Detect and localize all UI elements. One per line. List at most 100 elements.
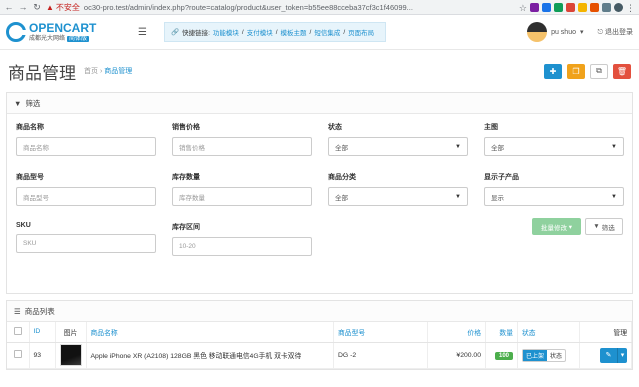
copy-button[interactable]: ❐: [567, 63, 585, 79]
column-model[interactable]: 商品型号: [333, 322, 428, 343]
user-menu[interactable]: pu shuo ▾ ⎋ 退出登录: [527, 22, 633, 42]
select-all-checkbox[interactable]: [13, 326, 22, 335]
extension-icon[interactable]: [602, 2, 611, 12]
extension-icon[interactable]: [578, 2, 587, 12]
filter-category-label: 商品分类: [328, 174, 356, 181]
user-name: pu shuo: [551, 28, 576, 36]
quick-link-payment[interactable]: 支付模块: [247, 27, 273, 37]
filter-icon: ▼: [14, 98, 22, 108]
extension-icon[interactable]: [566, 2, 575, 12]
filter-image-select[interactable]: 全部 ▼: [484, 137, 624, 156]
reload-icon[interactable]: ↻: [32, 2, 42, 13]
hamburger-menu-icon[interactable]: ☰: [138, 27, 150, 38]
quantity-badge: 100: [494, 351, 513, 360]
product-model: DG -2: [333, 342, 428, 369]
quick-links-label: 快捷链接:: [182, 30, 210, 37]
caret-down-icon: ▼: [611, 143, 617, 150]
logout-link[interactable]: ⎋ 退出登录: [598, 27, 633, 37]
security-warning[interactable]: ▲ 不安全: [46, 2, 80, 13]
status-toggle[interactable]: 已上架 状态: [522, 348, 567, 362]
status-off[interactable]: 状态: [547, 350, 565, 361]
link-icon: 🔗: [171, 29, 180, 36]
caret-down-icon: ▼: [455, 143, 461, 150]
profile-icon[interactable]: [614, 2, 623, 12]
caret-down-icon: ▼: [455, 193, 461, 200]
filter-status-label: 状态: [328, 124, 342, 131]
app-header: OPENCART 成都光大网络 简体版 ☰ 🔗 快捷链接: 功能模块 / 支付模块 /…: [0, 15, 639, 50]
logout-icon: ⎋: [597, 29, 605, 36]
quick-links-bar: 🔗 快捷链接: 功能模块 / 支付模块 / 模板主题 / 短信集成 / 页面布局: [164, 22, 386, 42]
filter-status-select[interactable]: 全部 ▼: [328, 137, 468, 156]
filter-subproducts-select[interactable]: 显示 ▼: [484, 187, 624, 206]
logo-badge: 简体版: [67, 36, 90, 42]
logo-subtitle: 成都光大网络: [29, 36, 66, 42]
caret-down-icon: ▼: [611, 193, 617, 200]
filter-sku-label: SKU: [16, 222, 31, 229]
forward-icon[interactable]: →: [18, 2, 28, 12]
filter-name-input[interactable]: 商品名称: [16, 137, 156, 156]
filter-model-input[interactable]: 商品型号: [16, 187, 156, 206]
column-status[interactable]: 状态: [517, 322, 580, 343]
logo[interactable]: OPENCART 成都光大网络 简体版: [6, 22, 128, 42]
filter-stock-label: 库存数量: [172, 174, 200, 181]
product-list-panel: ☰ 商品列表 ID 图片 商品名称 商品型号 价格 数量 状态 管理 93 Ap…: [6, 300, 633, 370]
product-id: 93: [29, 342, 56, 369]
filter-button[interactable]: ▼ 筛选: [585, 218, 623, 235]
copy-icon: ❐: [572, 66, 580, 76]
duplicate-button[interactable]: ⧉: [590, 63, 608, 79]
quick-link-sms[interactable]: 短信集成: [314, 27, 340, 37]
table-row: 93 Apple iPhone XR (A2108) 128GB 黑色 移动联通…: [7, 342, 632, 369]
column-name[interactable]: 商品名称: [86, 322, 334, 343]
avatar: [527, 22, 548, 42]
status-on[interactable]: 已上架: [523, 349, 548, 361]
filter-image-label: 主图: [484, 124, 498, 131]
edit-button[interactable]: ✎: [600, 347, 617, 363]
back-icon[interactable]: ←: [4, 2, 14, 12]
extension-icon[interactable]: [542, 2, 551, 12]
column-image: 图片: [55, 322, 87, 343]
column-price[interactable]: 价格: [427, 322, 486, 343]
filter-stock-range-input[interactable]: 10-20: [172, 237, 312, 256]
filter-category-select[interactable]: 全部 ▼: [328, 187, 468, 206]
column-action: 管理: [579, 322, 632, 343]
page-actions: ✚ ❐ ⧉ 🗑: [544, 63, 631, 79]
quick-link-modules[interactable]: 功能模块: [213, 27, 239, 37]
page-header: 商品管理 首页 › 商品管理 ✚ ❐ ⧉ 🗑: [0, 50, 639, 92]
filter-price-input[interactable]: 销售价格: [172, 137, 312, 156]
column-qty[interactable]: 数量: [485, 322, 518, 343]
logo-mark: [6, 22, 27, 42]
filter-name-label: 商品名称: [16, 124, 44, 131]
address-bar[interactable]: oc30-pro.test/admin/index.php?route=cata…: [84, 3, 514, 12]
pencil-icon: ✎: [605, 347, 612, 363]
extension-icon[interactable]: [590, 2, 599, 12]
filter-stock-range-label: 库存区间: [172, 224, 200, 231]
add-button[interactable]: ✚: [544, 63, 562, 79]
delete-button[interactable]: 🗑: [613, 63, 631, 79]
filter-heading: 筛选: [25, 98, 41, 108]
extension-icon[interactable]: [554, 2, 563, 12]
browser-toolbar: ← → ↻ ▲ 不安全 oc30-pro.test/admin/index.php…: [0, 0, 639, 15]
filter-model-label: 商品型号: [16, 174, 44, 181]
quick-link-themes[interactable]: 模板主题: [281, 27, 307, 37]
column-id[interactable]: ID: [29, 322, 56, 343]
filter-sku-input[interactable]: SKU: [16, 234, 156, 253]
plus-icon: ✚: [549, 66, 557, 76]
row-checkbox[interactable]: [13, 350, 22, 358]
product-thumbnail[interactable]: [59, 344, 82, 366]
extension-icon[interactable]: [530, 2, 539, 12]
filter-subproducts-label: 显示子产品: [484, 174, 519, 181]
breadcrumb-current[interactable]: 商品管理: [104, 68, 132, 75]
breadcrumb-home[interactable]: 首页: [84, 68, 98, 75]
caret-down-icon: ▾: [580, 29, 584, 36]
bulk-edit-button[interactable]: 批量修改 ▾: [532, 218, 581, 235]
warning-icon: ▲: [46, 2, 54, 12]
trash-icon: 🗑: [616, 66, 628, 76]
star-icon[interactable]: ☆: [519, 3, 527, 13]
filter-icon: ▼: [593, 223, 600, 230]
filter-stock-input[interactable]: 库存数量: [172, 187, 312, 206]
row-actions-dropdown[interactable]: ▾: [617, 347, 627, 363]
extensions: ☆ ⋮: [519, 2, 635, 13]
menu-icon[interactable]: ⋮: [626, 3, 635, 13]
quick-link-layout[interactable]: 页面布局: [348, 27, 374, 37]
caret-down-icon: ▾: [568, 223, 573, 231]
